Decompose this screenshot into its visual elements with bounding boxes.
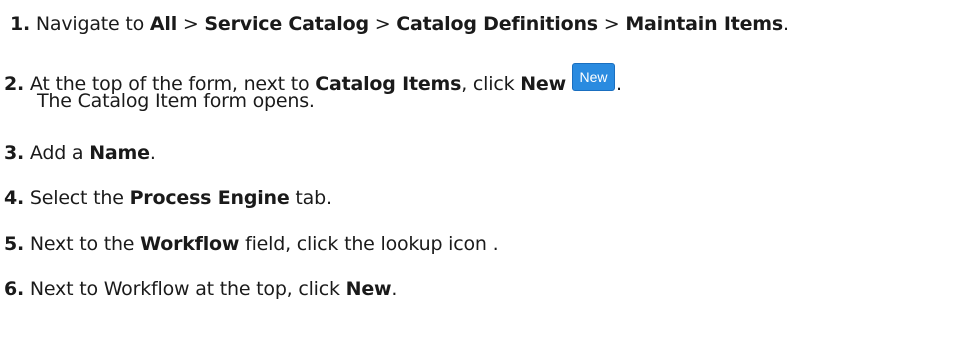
separator: > [597,13,626,35]
separator: > [177,13,205,35]
step-text: Select the [29,187,130,209]
workflow-field-label: Workflow [140,233,240,255]
step-2-result: The Catalog Item form opens. [37,90,315,112]
step-text: Next to Workflow at the top, click [29,278,346,300]
step-text: Next to the [29,233,141,255]
step-3: 3. Add a Name. [0,140,156,166]
step-6: 6. Next to Workflow at the top, click Ne… [0,276,397,302]
step-number: 6. [4,278,25,300]
nav-maintain-items: Maintain Items [625,13,783,35]
step-number: 1. [10,13,31,35]
step-number: 3. [4,142,25,164]
step-number: 2. [4,73,25,95]
new-button[interactable]: New [571,63,615,91]
nav-all: All [149,13,178,35]
period: . [149,142,156,164]
period: . [391,278,398,300]
step-text: , click [461,73,521,95]
instruction-steps: 1. Navigate to All > Service Catalog > C… [0,0,955,338]
new-label: New [345,278,392,300]
period: . [782,13,789,35]
name-field-label: Name [89,142,150,164]
process-engine-tab-label: Process Engine [129,187,290,209]
step-text: tab. [289,187,332,209]
step-text: Navigate to [35,13,150,35]
nav-service-catalog: Service Catalog [204,13,369,35]
new-label: New [520,73,566,95]
step-number: 4. [4,187,25,209]
step-number: 5. [4,233,25,255]
step-1: 1. Navigate to All > Service Catalog > C… [0,11,789,37]
step-text: Add a [29,142,90,164]
step-4: 4. Select the Process Engine tab. [0,185,332,211]
nav-catalog-definitions: Catalog Definitions [396,13,598,35]
catalog-items-label: Catalog Items [315,73,462,95]
step-text: field, click the lookup icon . [239,233,499,255]
step-5: 5. Next to the Workflow field, click the… [0,231,499,257]
period: . [615,73,622,95]
separator: > [368,13,397,35]
